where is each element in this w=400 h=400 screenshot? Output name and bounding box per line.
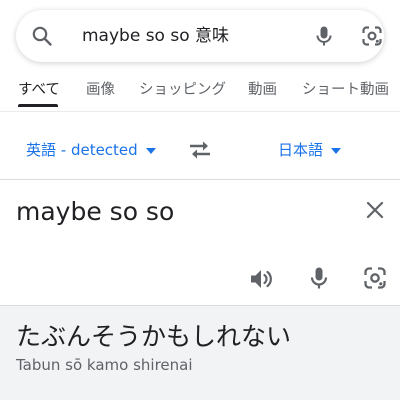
target-language-select[interactable]: 日本語 — [278, 140, 342, 160]
romanization-text: Tabun sō kamo shirenai — [16, 356, 193, 374]
tab-images[interactable]: 画像 — [86, 80, 115, 100]
search-icon — [32, 26, 52, 46]
tab-short-videos[interactable]: ショート動画 — [302, 80, 389, 100]
source-text-input[interactable]: maybe so so — [16, 196, 174, 228]
tabs-divider — [0, 111, 400, 112]
active-tab-indicator — [18, 104, 58, 107]
caret-down-icon — [145, 147, 156, 154]
tab-shopping[interactable]: ショッピング — [139, 80, 226, 100]
speaker-icon[interactable] — [248, 266, 274, 292]
caret-down-icon — [331, 147, 342, 154]
translation-result: たぶんそうかもしれない Tabun sō kamo shirenai — [0, 306, 400, 400]
target-language-label: 日本語 — [278, 141, 324, 159]
source-language-select[interactable]: 英語 - detected — [26, 140, 156, 160]
translated-text: たぶんそうかもしれない — [16, 322, 292, 351]
tab-videos[interactable]: 動画 — [248, 80, 277, 100]
section-divider — [0, 179, 400, 180]
search-bar[interactable]: maybe so so 意味 — [16, 10, 384, 62]
google-lens-icon[interactable] — [362, 265, 388, 291]
google-lens-icon[interactable] — [360, 24, 384, 48]
source-language-label: 英語 - detected — [26, 141, 138, 159]
search-query[interactable]: maybe so so 意味 — [82, 23, 229, 49]
mic-icon[interactable] — [306, 265, 332, 291]
tab-all[interactable]: すべて — [18, 80, 60, 100]
swap-languages-icon[interactable] — [186, 138, 214, 162]
mic-icon[interactable] — [312, 24, 336, 48]
search-tabs: すべて 画像 ショッピング 動画 ショート動画 — [0, 62, 400, 112]
clear-icon[interactable] — [363, 198, 387, 222]
